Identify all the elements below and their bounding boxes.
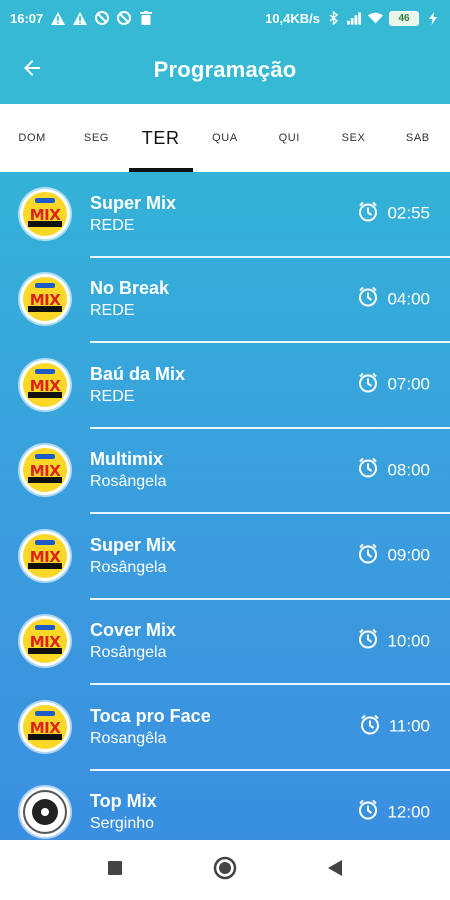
program-host: REDE [90, 387, 135, 405]
app-bar: Programação [0, 36, 450, 104]
charging-icon [425, 11, 440, 26]
program-name: No Break [90, 278, 170, 299]
bluetooth-icon [326, 11, 341, 26]
mix-logo: MIX [20, 445, 70, 496]
blocked-app-icon [116, 11, 131, 26]
tab-sab[interactable]: SAB [386, 104, 450, 172]
network-speed: 10,4KB/s [265, 10, 320, 26]
blocked-app-icon [94, 11, 109, 26]
status-bar: 16:07 10,4KB/s 46 [0, 0, 450, 36]
program-list[interactable]: MIX Super Mix REDE 02:55 MIX No Break RE… [0, 172, 450, 840]
recents-square-icon [107, 860, 123, 881]
tab-qua[interactable]: QUA [193, 104, 257, 172]
list-item[interactable]: MIX No Break REDE 04:00 [20, 258, 450, 343]
battery-indicator: 46 [389, 10, 419, 26]
disc-logo [20, 787, 70, 838]
program-host: REDE [90, 302, 135, 320]
status-time: 16:07 [10, 10, 44, 26]
program-host: REDE [90, 216, 135, 234]
list-item[interactable]: Top Mix Serginho 12:00 [20, 771, 450, 841]
signal-icon [347, 11, 362, 26]
list-item[interactable]: MIX Baú da Mix REDE 07:00 [20, 343, 450, 429]
program-time: 10:00 [387, 631, 430, 651]
back-nav-button[interactable] [315, 850, 355, 890]
tab-ter[interactable]: TER [128, 104, 194, 172]
list-item[interactable]: MIX Toca pro Face Rosangêla 11:00 [20, 685, 450, 771]
clock-icon [359, 713, 381, 740]
warning-icon [72, 11, 87, 26]
program-name: Super Mix [90, 192, 177, 213]
program-time: 04:00 [387, 289, 430, 309]
program-time: 07:00 [387, 374, 430, 394]
mix-logo: MIX [20, 274, 70, 325]
program-time: 02:55 [387, 203, 430, 223]
program-host: Serginho [90, 815, 155, 833]
program-name: Super Mix [90, 534, 177, 555]
back-triangle-icon [327, 859, 343, 882]
trash-icon [138, 11, 153, 26]
program-host: Rosângela [90, 473, 167, 491]
wifi-icon [368, 11, 383, 26]
clock-icon [357, 799, 379, 826]
program-time: 11:00 [388, 716, 430, 736]
tab-qui[interactable]: QUI [257, 104, 321, 172]
tab-seg[interactable]: SEG [64, 104, 128, 172]
program-time: 12:00 [387, 802, 430, 822]
day-tabs: DOM SEG TER QUA QUI SEX SAB [0, 104, 450, 172]
arrow-left-icon [20, 56, 44, 85]
program-name: Baú da Mix [90, 363, 186, 384]
clock-icon [357, 286, 379, 313]
page-title: Programação [153, 57, 297, 82]
program-host: Rosangêla [90, 729, 167, 747]
tab-sex[interactable]: SEX [321, 104, 385, 172]
clock-icon [357, 371, 379, 398]
recents-button[interactable] [95, 850, 135, 890]
clock-icon [357, 628, 379, 655]
list-item[interactable]: MIX Cover Mix Rosângela 10:00 [20, 600, 450, 685]
program-time: 09:00 [387, 545, 430, 565]
program-name: Multimix [90, 449, 164, 470]
list-item[interactable]: MIX Super Mix REDE 02:55 [20, 172, 450, 258]
program-host: Rosângela [90, 644, 167, 662]
mix-logo: MIX [20, 359, 70, 410]
warning-icon [50, 11, 65, 26]
program-name: Cover Mix [90, 620, 177, 641]
clock-icon [357, 457, 379, 484]
home-button[interactable] [205, 850, 245, 890]
program-time: 08:00 [387, 460, 430, 480]
mix-logo: MIX [20, 701, 70, 752]
list-item[interactable]: MIX Super Mix Rosângela 09:00 [20, 514, 450, 600]
clock-icon [357, 200, 379, 227]
program-name: Top Mix [90, 791, 157, 812]
mix-logo: MIX [20, 616, 70, 667]
back-button[interactable] [0, 36, 64, 104]
program-name: Toca pro Face [90, 705, 211, 726]
clock-icon [357, 542, 379, 569]
system-nav-bar [0, 840, 450, 900]
mix-logo: MIX [20, 188, 70, 239]
home-circle-icon [213, 856, 237, 885]
tab-dom[interactable]: DOM [0, 104, 64, 172]
list-item[interactable]: MIX Multimix Rosângela 08:00 [20, 429, 450, 514]
mix-logo: MIX [20, 530, 70, 581]
program-host: Rosângela [90, 558, 167, 576]
